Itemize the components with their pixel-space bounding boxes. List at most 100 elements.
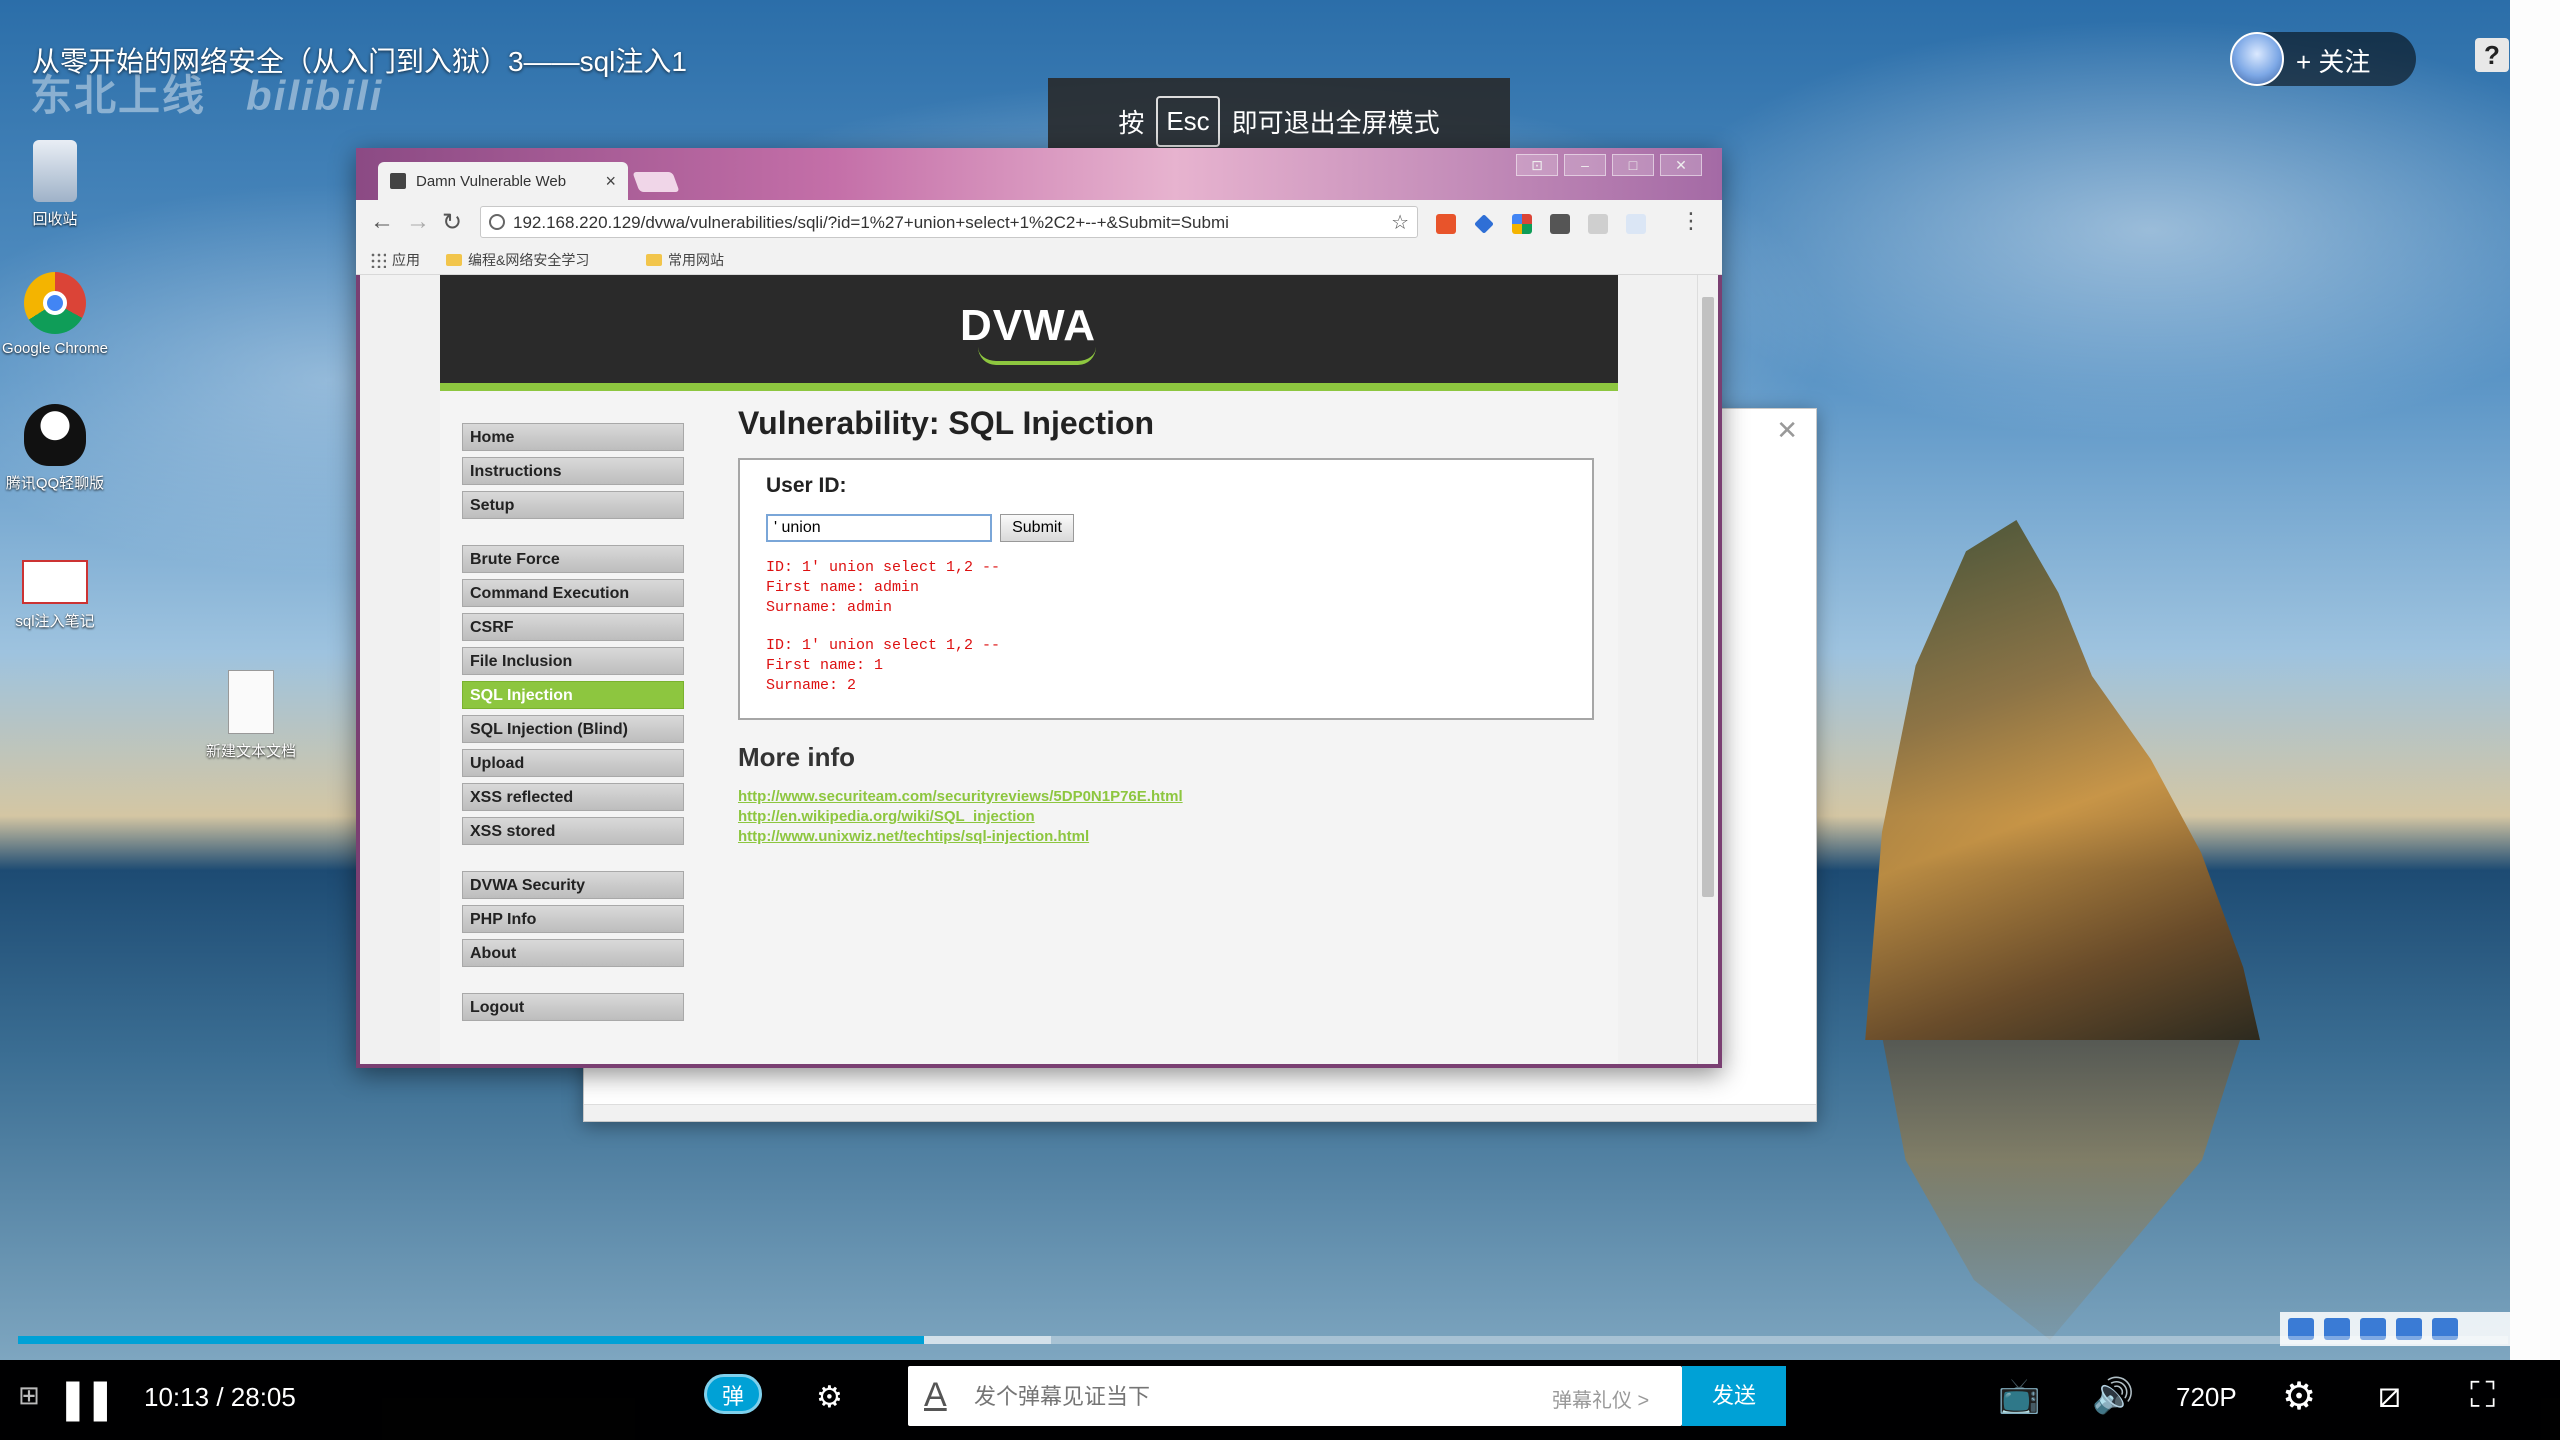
menu-item-xss-reflected[interactable]: XSS reflected: [462, 783, 684, 811]
close-icon[interactable]: ✕: [1776, 415, 1798, 446]
browser-titlebar[interactable]: Damn Vulnerable Web × ⊡ – □ ✕: [356, 148, 1722, 200]
playback-time: 10:13 / 28:05: [144, 1382, 296, 1413]
exit-fullscreen-icon[interactable]: ⛶: [2470, 1374, 2495, 1417]
menu-item-php-info[interactable]: PHP Info: [462, 905, 684, 933]
picture-in-picture-off-icon[interactable]: ⧄: [2378, 1374, 2401, 1417]
bookmark-folder-sites[interactable]: 常用网站: [646, 250, 724, 270]
menu-item-upload[interactable]: Upload: [462, 749, 684, 777]
dvwa-header: DVWA: [440, 275, 1618, 391]
dvwa-page: DVWA Home Instructions Setup Brute Force…: [440, 275, 1618, 1064]
reload-icon[interactable]: ↻: [442, 208, 462, 237]
danmaku-input-bar: A 弹幕礼仪 >: [908, 1366, 1682, 1426]
danmaku-etiquette-link[interactable]: 弹幕礼仪 >: [1552, 1384, 1649, 1413]
forward-arrow-icon[interactable]: →: [406, 208, 430, 236]
desktop-icon-label: sql注入笔记: [15, 613, 95, 630]
current-time: 10:13: [144, 1382, 210, 1412]
esc-tip-prefix: 按: [1118, 107, 1145, 138]
diamond-extension-icon[interactable]: [1474, 214, 1494, 234]
help-icon[interactable]: ?: [2475, 38, 2509, 72]
disabled-extension-icon[interactable]: [1588, 214, 1608, 234]
desktop-icon-note[interactable]: sql注入笔记: [0, 560, 110, 631]
apps-grid-icon: [370, 252, 386, 268]
windows-start-icon: ⊞: [18, 1380, 40, 1410]
menu-item-about[interactable]: About: [462, 939, 684, 967]
pause-icon[interactable]: ❚❚: [56, 1376, 117, 1422]
window-user-icon[interactable]: ⊡: [1516, 154, 1558, 176]
color-extension-icon[interactable]: [1512, 214, 1532, 234]
dvwa-content: Vulnerability: SQL Injection User ID: Su…: [738, 405, 1598, 847]
uploader-follow-group[interactable]: + 关注: [2230, 32, 2416, 86]
menu-item-instructions[interactable]: Instructions: [462, 457, 684, 485]
scrollbar-thumb[interactable]: [1702, 297, 1714, 897]
danmaku-input[interactable]: [972, 1378, 1436, 1416]
bookmark-apps[interactable]: 应用: [370, 250, 420, 270]
menu-item-sql-injection[interactable]: SQL Injection: [462, 681, 684, 709]
site-info-icon[interactable]: [489, 214, 505, 230]
menu-item-setup[interactable]: Setup: [462, 491, 684, 519]
query-result-2: ID: 1' union select 1,2 -- First name: 1…: [766, 637, 1001, 694]
menu-item-dvwa-security[interactable]: DVWA Security: [462, 871, 684, 899]
desktop-icon-text-file[interactable]: 新建文本文档: [196, 670, 306, 761]
qq-icon: [24, 404, 86, 466]
horizontal-scrollbar[interactable]: [584, 1104, 1816, 1121]
page-favicon-icon: [390, 173, 406, 189]
translate-extension-icon[interactable]: [1626, 214, 1646, 234]
back-arrow-icon[interactable]: ←: [370, 208, 394, 236]
page-title: Vulnerability: SQL Injection: [738, 405, 1155, 441]
browser-menu-icon[interactable]: ⋮: [1680, 208, 1702, 234]
more-info-link-unixwiz[interactable]: http://www.unixwiz.net/techtips/sql-inje…: [738, 827, 1598, 847]
address-bar-url: 192.168.220.129/dvwa/vulnerabilities/sql…: [513, 213, 1229, 232]
close-tab-icon[interactable]: ×: [605, 171, 616, 192]
menu-item-file-inclusion[interactable]: File Inclusion: [462, 647, 684, 675]
desktop-icon-chrome[interactable]: Google Chrome: [0, 272, 110, 357]
minimize-icon[interactable]: –: [1564, 154, 1606, 176]
more-info-link-wikipedia[interactable]: http://en.wikipedia.org/wiki/SQL_injecti…: [738, 807, 1598, 827]
screenshot-extension-icon[interactable]: [1550, 214, 1570, 234]
desktop-icon-label: 新建文本文档: [205, 743, 296, 760]
window-controls: ⊡ – □ ✕: [1516, 154, 1702, 176]
time-separator: /: [216, 1382, 224, 1412]
menu-item-command-execution[interactable]: Command Execution: [462, 579, 684, 607]
folder-icon: [446, 254, 462, 266]
bilibili-tv-icon[interactable]: 📺: [1998, 1376, 2040, 1416]
dvwa-logo: DVWA: [960, 301, 1096, 365]
browser-tab[interactable]: Damn Vulnerable Web ×: [378, 162, 628, 200]
user-id-input[interactable]: [766, 514, 992, 542]
note-icon: [22, 560, 88, 604]
danmaku-style-icon[interactable]: A: [924, 1376, 947, 1415]
danmaku-settings-icon[interactable]: ⚙: [816, 1380, 843, 1415]
bookmark-label: 编程&网络安全学习: [468, 252, 590, 268]
more-info-link-securiteam[interactable]: http://www.securiteam.com/securityreview…: [738, 787, 1598, 807]
page-scrollbar[interactable]: [1697, 275, 1718, 1064]
address-bar[interactable]: 192.168.220.129/dvwa/vulnerabilities/sql…: [480, 206, 1418, 238]
browser-toolbar: ← → ↻ 192.168.220.129/dvwa/vulnerabiliti…: [356, 200, 1722, 244]
office-extension-icon[interactable]: [1436, 214, 1456, 234]
text-file-icon: [228, 670, 274, 734]
volume-icon[interactable]: 🔊: [2092, 1376, 2134, 1416]
desktop-icon-recycle-bin[interactable]: 回收站: [0, 140, 110, 229]
maximize-icon[interactable]: □: [1612, 154, 1654, 176]
send-danmaku-button[interactable]: 发送: [1682, 1366, 1786, 1426]
menu-item-brute-force[interactable]: Brute Force: [462, 545, 684, 573]
bookmark-star-icon[interactable]: ☆: [1391, 207, 1409, 237]
menu-item-home[interactable]: Home: [462, 423, 684, 451]
quality-selector[interactable]: 720P: [2176, 1382, 2237, 1413]
settings-gear-icon[interactable]: ⚙: [2282, 1374, 2316, 1419]
danmaku-toggle[interactable]: 弹: [704, 1374, 762, 1414]
menu-item-logout[interactable]: Logout: [462, 993, 684, 1021]
follow-button[interactable]: + 关注: [2296, 42, 2370, 79]
uploader-avatar[interactable]: [2230, 32, 2284, 86]
esc-tip-suffix: 即可退出全屏模式: [1231, 107, 1440, 138]
video-progress-bar[interactable]: [18, 1336, 2508, 1344]
menu-item-csrf[interactable]: CSRF: [462, 613, 684, 641]
bookmark-folder-study[interactable]: 编程&网络安全学习: [446, 250, 589, 270]
menu-item-sql-injection-blind[interactable]: SQL Injection (Blind): [462, 715, 684, 743]
new-tab-button[interactable]: [632, 172, 680, 192]
sqli-form: User ID: Submit ID: 1' union select 1,2 …: [738, 458, 1594, 720]
menu-item-xss-stored[interactable]: XSS stored: [462, 817, 684, 845]
close-window-icon[interactable]: ✕: [1660, 154, 1702, 176]
player-controls: ⊞ ❚❚ 10:13 / 28:05 弹 ⚙ A 弹幕礼仪 > 发送 📺 🔊 7…: [0, 1360, 2560, 1440]
desktop-icon-qq[interactable]: 腾讯QQ轻聊版: [0, 404, 110, 493]
submit-button[interactable]: Submit: [1000, 514, 1074, 542]
more-info-heading: More info: [738, 742, 855, 772]
